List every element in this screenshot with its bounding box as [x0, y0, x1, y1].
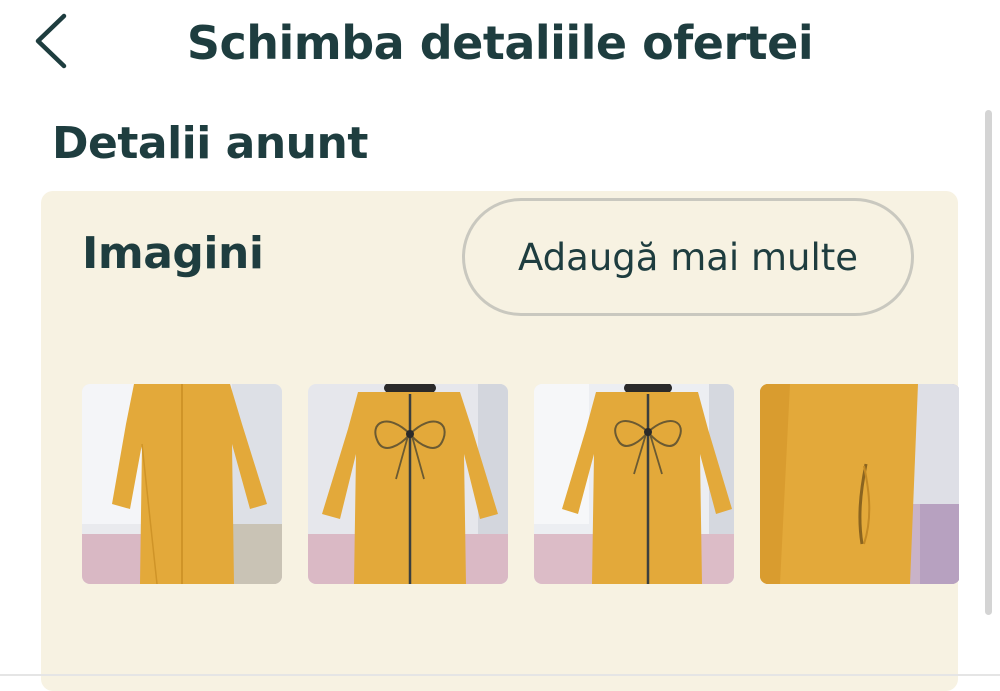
- add-more-images-button[interactable]: Adaugă mai multe: [462, 198, 914, 316]
- section-title: Detalii anunt: [52, 118, 368, 169]
- dress-photo-1: [82, 384, 282, 584]
- image-thumbnail[interactable]: [82, 384, 282, 584]
- dress-photo-4: [760, 384, 959, 584]
- image-thumbnail[interactable]: [760, 384, 959, 584]
- image-thumbnail[interactable]: [308, 384, 508, 584]
- page-title: Schimba detaliile ofertei: [186, 16, 814, 70]
- image-thumbnail[interactable]: [534, 384, 734, 584]
- images-label: Imagini: [82, 228, 264, 279]
- top-bar: Schimba detaliile ofertei: [0, 0, 1000, 90]
- dress-photo-3: [534, 384, 734, 584]
- dress-photo-2: [308, 384, 508, 584]
- scrollbar[interactable]: [985, 110, 992, 615]
- image-thumbnails: [82, 384, 959, 584]
